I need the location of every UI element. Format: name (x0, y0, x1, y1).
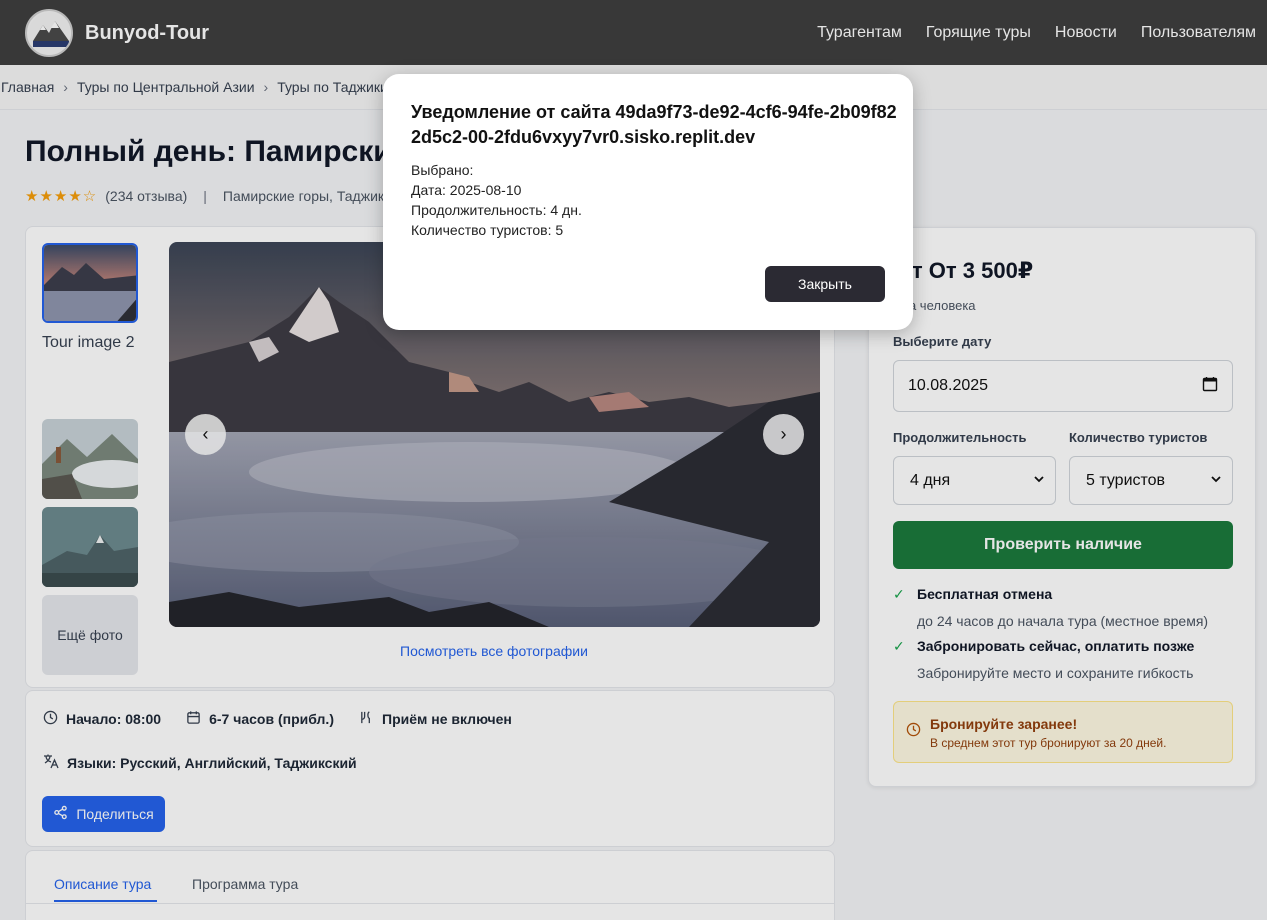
dialog-body: Выбрано: Дата: 2025-08-10 Продолжительно… (411, 160, 582, 240)
dialog-line-tourists: Количество туристов: 5 (411, 222, 564, 238)
dialog-line-date: Дата: 2025-08-10 (411, 182, 522, 198)
dialog-title: Уведомление от сайта 49da9f73-de92-4cf6-… (411, 102, 897, 147)
dialog-line-selected: Выбрано: (411, 162, 474, 178)
dialog-line-duration: Продолжительность: 4 дн. (411, 202, 582, 218)
site-alert-dialog: Уведомление от сайта 49da9f73-de92-4cf6-… (383, 74, 913, 330)
dialog-close-button[interactable]: Закрыть (765, 266, 885, 302)
